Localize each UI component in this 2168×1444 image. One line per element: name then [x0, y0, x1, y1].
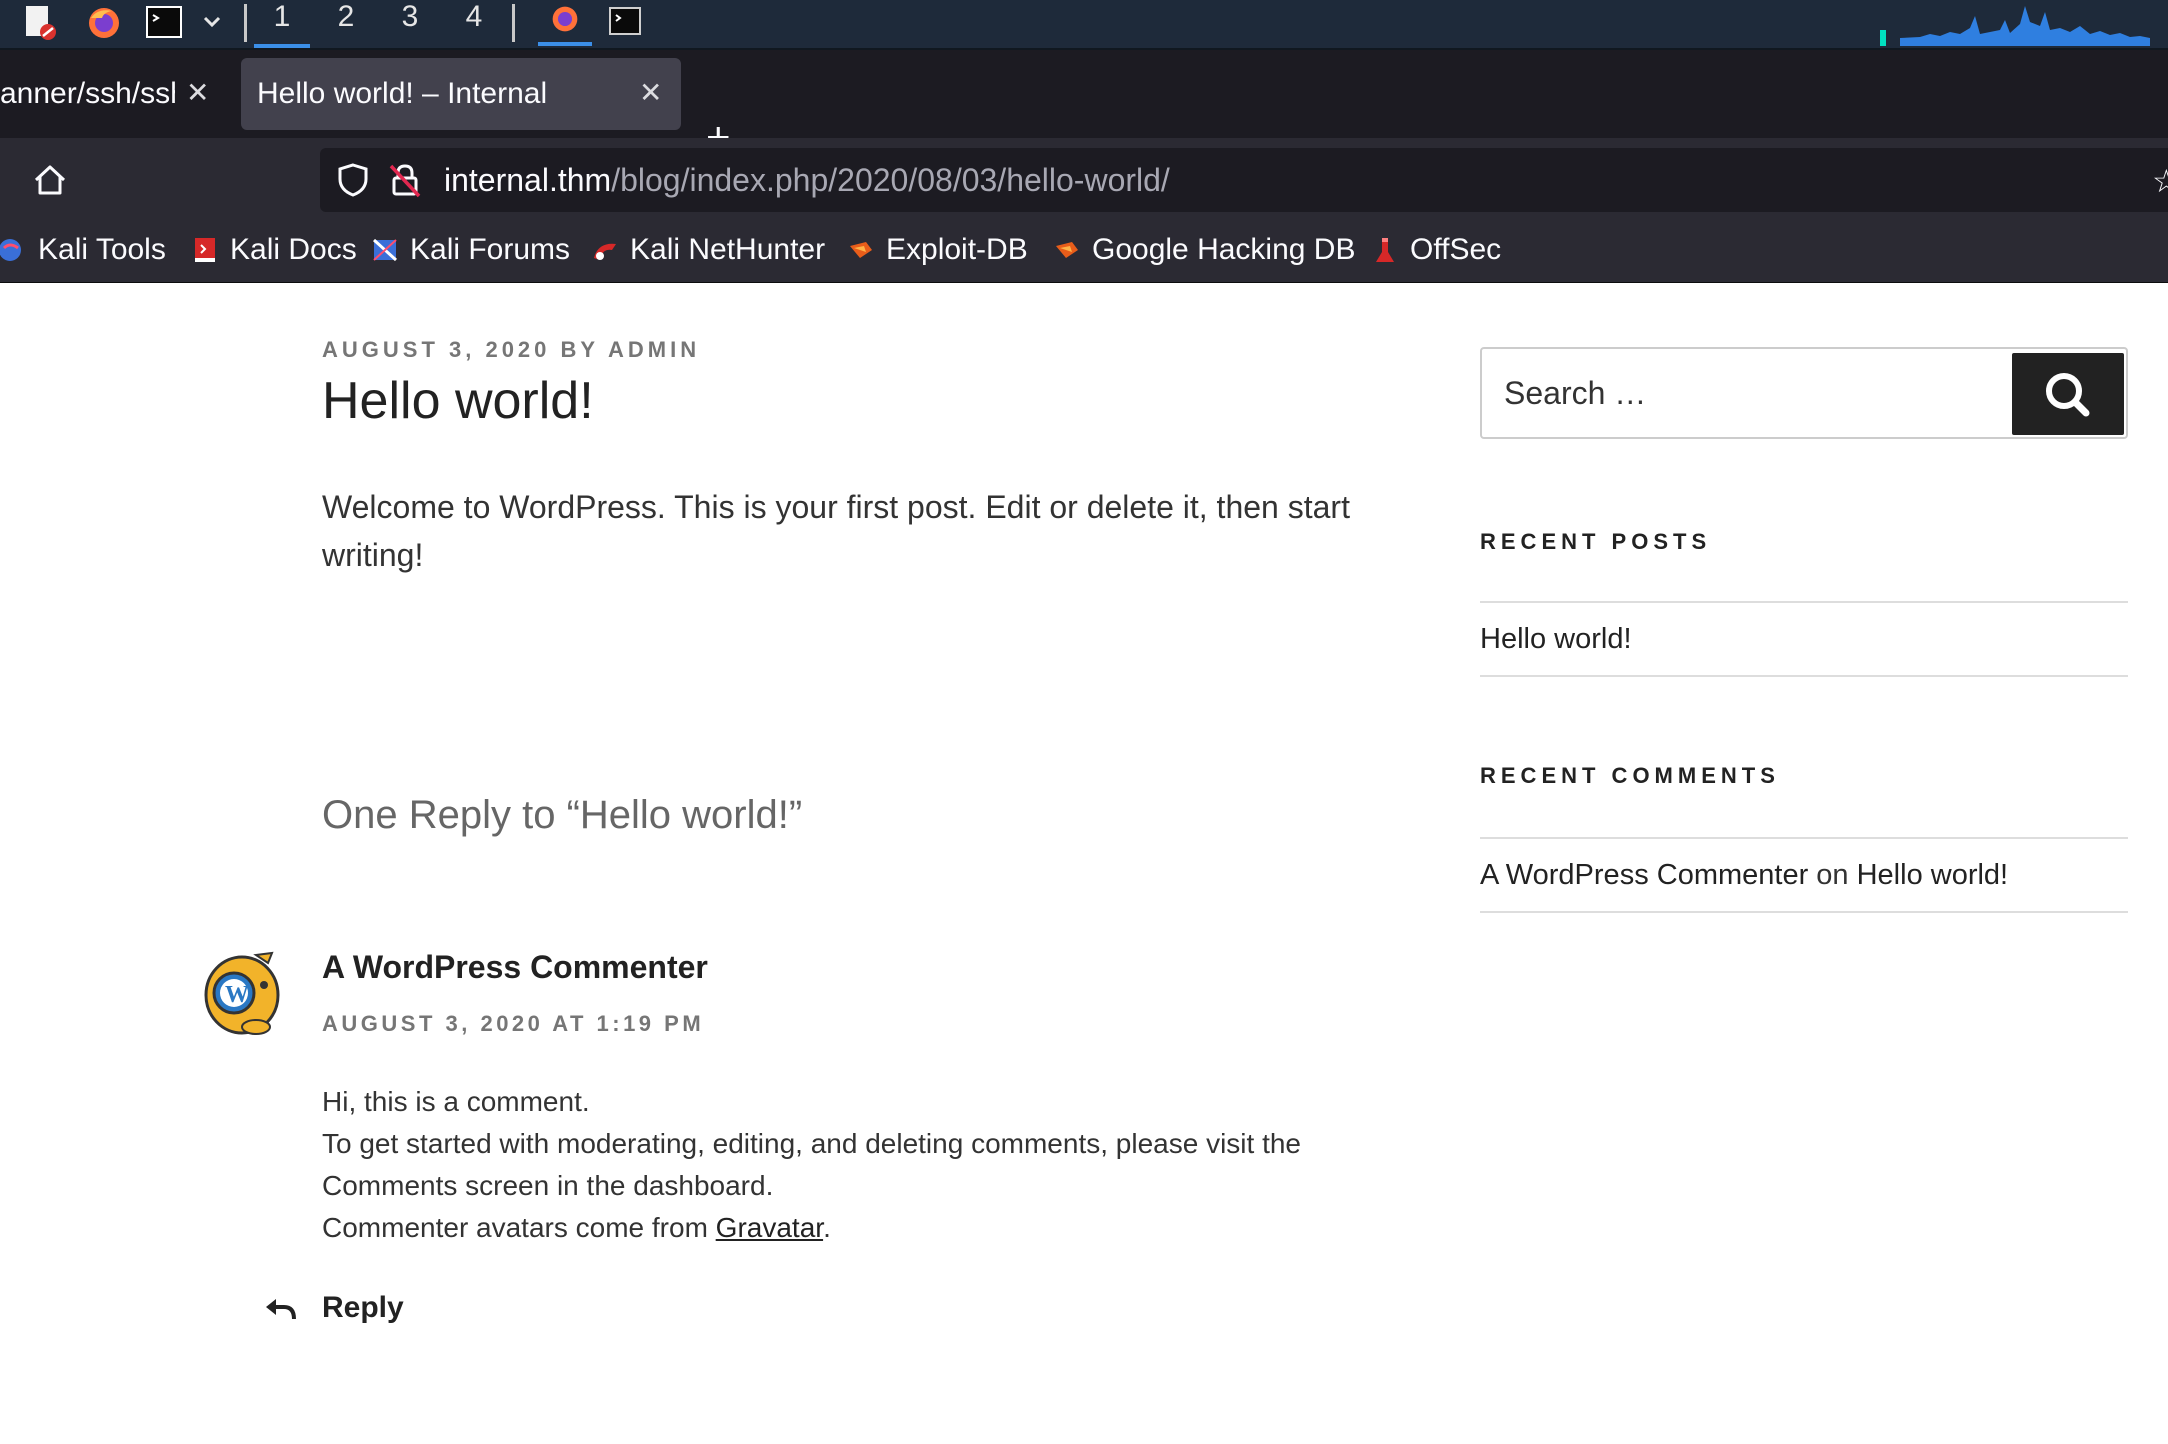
search-form — [1480, 347, 2128, 439]
bookmark-label: Exploit-DB — [886, 233, 1028, 266]
bookmark-google-hacking-db[interactable]: Google Hacking DB — [1054, 230, 1355, 270]
search-input[interactable] — [1482, 349, 2022, 437]
search-button[interactable] — [2012, 353, 2124, 435]
recent-comment-post-link[interactable]: Hello world! — [1857, 859, 2009, 891]
list-item: A WordPress Commenter on Hello world! — [1480, 839, 2128, 913]
url-bar[interactable]: internal.thm/blog/index.php/2020/08/03/h… — [320, 148, 2168, 212]
browser-tab-active[interactable]: Hello world! – Internal ✕ — [241, 58, 681, 130]
kali-nethunter-icon — [592, 236, 618, 264]
bookmark-exploit-db[interactable]: Exploit-DB — [848, 230, 1028, 270]
post-body: Welcome to WordPress. This is your first… — [322, 489, 1350, 573]
workspace-2-button[interactable]: 2 — [318, 0, 374, 44]
text-editor-icon[interactable] — [22, 6, 58, 40]
search-icon — [2046, 373, 2090, 417]
bookmark-offsec[interactable]: OffSec — [1372, 230, 1501, 270]
close-tab-icon[interactable]: ✕ — [186, 76, 209, 109]
url-path: /blog/index.php/2020/08/03/hello-world/ — [611, 162, 1170, 198]
post-title: Hello world! — [322, 372, 594, 430]
bookmark-kali-docs[interactable]: Kali Docs — [192, 230, 357, 270]
list-item: Hello world! — [1480, 603, 2128, 677]
comment-author[interactable]: A WordPress Commenter — [322, 949, 708, 986]
home-icon[interactable] — [30, 160, 70, 200]
terminal-launcher-icon[interactable] — [146, 6, 182, 40]
reply-button[interactable]: Reply — [322, 1291, 404, 1325]
bookmark-label: Kali NetHunter — [630, 233, 826, 266]
recent-comment-on-text: on — [1808, 859, 1857, 891]
chevron-down-icon[interactable] — [200, 6, 236, 40]
recent-posts-list: Hello world! — [1480, 601, 2128, 677]
comment-text: . — [823, 1212, 831, 1243]
recent-comments-list: A WordPress Commenter on Hello world! — [1480, 837, 2128, 913]
comment-body: Hi, this is a comment. To get started wi… — [322, 1081, 1382, 1249]
recent-post-link[interactable]: Hello world! — [1480, 623, 1632, 655]
comments-title: One Reply to “Hello world!” — [322, 793, 803, 837]
bookmark-label: Kali Tools — [38, 233, 166, 266]
svg-text:W: W — [225, 982, 249, 1008]
kali-forums-icon — [372, 236, 398, 264]
post-meta: AUGUST 3, 2020 BY ADMIN — [322, 337, 701, 362]
bookmark-label: Kali Docs — [230, 233, 357, 266]
google-hacking-db-icon — [1054, 236, 1080, 264]
tracking-protection-shield-icon[interactable] — [336, 162, 370, 198]
insecure-lock-icon[interactable] — [388, 162, 422, 198]
exploit-db-icon — [848, 236, 874, 264]
browser-tab-strip: anner/ssh/ssh_ ✕ Hello world! – Internal… — [0, 50, 2168, 158]
url-host: internal.thm — [444, 162, 612, 198]
reply-arrow-icon[interactable] — [262, 1291, 298, 1327]
web-page-content: AUGUST 3, 2020 BY ADMIN Hello world! Wel… — [0, 283, 2168, 1444]
browser-nav-bar: internal.thm/blog/index.php/2020/08/03/h… — [0, 138, 2168, 220]
bookmarks-toolbar: Kali Tools Kali Docs Kali Forums Kali Ne… — [0, 220, 2168, 283]
workspace-4-button[interactable]: 4 — [446, 0, 502, 44]
comment-date[interactable]: AUGUST 3, 2020 AT 1:19 PM — [322, 1011, 704, 1037]
wapuu-avatar: W — [204, 951, 280, 1035]
workspace-1-button[interactable]: 1 — [254, 0, 310, 48]
tab-title: Hello world! – Internal — [257, 77, 548, 110]
recent-posts-title: RECENT POSTS — [1480, 529, 1712, 554]
bookmark-kali-nethunter[interactable]: Kali NetHunter — [592, 230, 825, 270]
bookmark-label: Google Hacking DB — [1092, 233, 1356, 266]
bookmark-label: OffSec — [1410, 233, 1502, 266]
terminal-window-icon[interactable] — [608, 6, 644, 40]
recent-comment-author-link[interactable]: A WordPress Commenter — [1480, 859, 1808, 891]
tab-title: anner/ssh/ssh_ — [0, 77, 175, 110]
comment-text: Commenter avatars come from — [322, 1212, 716, 1243]
bookmark-star-icon[interactable]: ☆ — [2152, 162, 2168, 200]
system-taskbar: 1 2 3 4 — [0, 0, 2168, 50]
workspace-3-button[interactable]: 3 — [382, 0, 438, 44]
close-tab-icon[interactable]: ✕ — [639, 76, 662, 109]
bookmark-kali-forums[interactable]: Kali Forums — [372, 230, 570, 270]
taskbar-separator — [244, 4, 247, 42]
bookmark-kali-tools[interactable]: Kali Tools — [0, 230, 166, 270]
gravatar-link[interactable]: Gravatar — [716, 1212, 823, 1243]
comment-line: Commenter avatars come from Gravatar. — [322, 1207, 1382, 1249]
comment-line: To get started with moderating, editing,… — [322, 1128, 1301, 1201]
bookmark-label: Kali Forums — [410, 233, 571, 266]
kali-tools-icon — [0, 236, 26, 264]
cpu-usage-graph — [1880, 6, 2150, 46]
taskbar-separator — [512, 4, 515, 42]
firefox-launcher-icon[interactable] — [86, 6, 122, 40]
offsec-icon — [1372, 236, 1398, 264]
kali-docs-icon — [192, 236, 218, 264]
firefox-window-icon[interactable] — [538, 0, 592, 46]
url-text: internal.thm/blog/index.php/2020/08/03/h… — [444, 160, 1170, 200]
comment-line: Hi, this is a comment. — [322, 1086, 590, 1117]
recent-comments-title: RECENT COMMENTS — [1480, 763, 1780, 788]
browser-tab[interactable]: anner/ssh/ssh_ ✕ — [0, 58, 220, 130]
